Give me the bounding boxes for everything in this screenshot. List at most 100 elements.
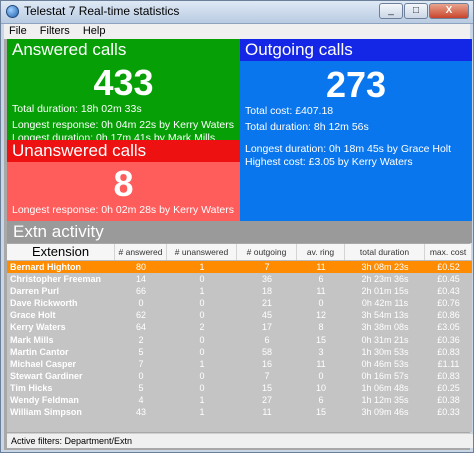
table-cell: 0h 42m 11s: [361, 298, 409, 309]
table-cell: 8: [318, 322, 324, 333]
table-row[interactable]: Martin Cantor 5 0 58 3 1h 30m 53s £0.83: [7, 346, 472, 358]
status-bar: Active filters: Department/Extn: [7, 433, 473, 448]
table-row[interactable]: Christopher Freeman 14 0 36 6 2h 23m 36s £0.45: [7, 273, 472, 285]
table-cell: 18: [261, 286, 272, 297]
table-cell: 5: [138, 346, 144, 357]
table-cell: Martin Cantor: [10, 346, 69, 357]
menu-bar: File Filters Help: [4, 24, 470, 39]
table-cell: 36: [261, 274, 272, 285]
col-total-duration[interactable]: total duration: [345, 244, 425, 260]
table-cell: 43: [135, 407, 146, 418]
table-cell: 0h 31m 21s: [361, 334, 409, 345]
table-cell: 7: [264, 262, 270, 272]
table-cell: £1.11: [437, 358, 460, 369]
table-cell: 0: [199, 310, 205, 321]
table-cell: 5: [138, 382, 144, 393]
extn-table: Extension # answered # unanswered # outg…: [7, 244, 472, 432]
table-cell: 0: [318, 298, 324, 309]
table-cell: 2h 01m 15s: [361, 286, 409, 297]
table-cell: 10: [315, 382, 326, 393]
unanswered-calls-panel: Unanswered calls 8 Longest response: 0h …: [7, 140, 240, 221]
table-cell: 0: [199, 346, 205, 357]
table-cell: £3.05: [437, 322, 460, 333]
col-av-ring[interactable]: av. ring: [297, 244, 345, 260]
col-unanswered[interactable]: # unanswered: [167, 244, 237, 260]
table-cell: 0: [199, 382, 205, 393]
table-cell: 11: [316, 358, 326, 369]
outgoing-calls-panel: Outgoing calls 273 Total cost: £407.18 T…: [240, 39, 472, 221]
table-cell: £0.25: [437, 382, 460, 393]
table-row[interactable]: William Simpson 43 1 11 15 3h 09m 46s £0.33: [7, 406, 472, 418]
table-row[interactable]: Wendy Feldman 4 1 27 6 1h 12m 35s £0.38: [7, 394, 472, 406]
table-cell: Wendy Feldman: [10, 395, 79, 406]
table-cell: 3h 08m 23s: [361, 262, 409, 272]
window-title: Telestat 7 Real-time statistics: [24, 4, 180, 18]
table-cell: 0: [138, 370, 144, 381]
menu-file[interactable]: File: [4, 24, 32, 37]
table-cell: 12: [315, 310, 326, 321]
table-cell: 16: [261, 358, 272, 369]
table-cell: 11: [316, 286, 326, 297]
table-cell: £0.86: [437, 310, 460, 321]
menu-filters[interactable]: Filters: [35, 24, 75, 37]
table-row[interactable]: Kerry Waters 64 2 17 8 3h 38m 08s £3.05: [7, 321, 472, 333]
table-cell: 1: [199, 286, 205, 297]
table-cell: 64: [135, 322, 146, 333]
table-cell: Darren Purl: [10, 286, 60, 297]
outgoing-total-duration: Total duration: 8h 12m 56s: [245, 121, 369, 133]
table-cell: 2: [138, 334, 144, 345]
table-row[interactable]: Michael Casper 7 1 16 11 0h 46m 53s £1.11: [7, 358, 472, 370]
table-cell: Bernard Highton: [10, 262, 81, 272]
table-cell: 15: [315, 407, 326, 418]
table-cell: Dave Rickworth: [10, 298, 78, 309]
app-window: Telestat 7 Real-time statistics _ □ X Fi…: [0, 0, 474, 453]
title-bar[interactable]: Telestat 7 Real-time statistics _ □ X: [1, 1, 473, 24]
table-cell: 4: [138, 395, 144, 406]
table-cell: 2: [199, 322, 205, 333]
maximize-button[interactable]: □: [404, 3, 428, 19]
col-outgoing[interactable]: # outgoing: [237, 244, 297, 260]
table-cell: 1: [199, 395, 205, 406]
table-cell: Mark Mills: [10, 334, 54, 345]
table-cell: 62: [135, 310, 146, 321]
table-cell: 0: [138, 298, 144, 309]
table-row[interactable]: Tim Hicks 5 0 15 10 1h 06m 48s £0.25: [7, 382, 472, 394]
close-button[interactable]: X: [429, 3, 469, 19]
table-cell: 14: [135, 274, 146, 285]
table-cell: 3h 38m 08s: [361, 322, 409, 333]
outgoing-title: Outgoing calls: [240, 39, 472, 61]
unanswered-title: Unanswered calls: [7, 140, 240, 162]
table-row[interactable]: Darren Purl 66 1 18 11 2h 01m 15s £0.43: [7, 285, 472, 297]
table-row[interactable]: Mark Mills 2 0 6 15 0h 31m 21s £0.36: [7, 334, 472, 346]
table-cell: 6: [264, 334, 270, 345]
table-cell: £0.43: [437, 286, 460, 297]
table-cell: 6: [318, 274, 324, 285]
outgoing-highest-cost: Highest cost: £3.05 by Kerry Waters: [245, 156, 413, 168]
table-header: Extension # answered # unanswered # outg…: [7, 244, 472, 261]
table-row[interactable]: Bernard Highton 80 1 7 11 3h 08m 23s £0.52: [7, 261, 472, 274]
table-cell: £0.83: [437, 370, 460, 381]
table-cell: 0: [199, 298, 205, 309]
table-cell: 27: [261, 395, 272, 406]
col-extension[interactable]: Extension: [7, 244, 115, 260]
menu-help[interactable]: Help: [78, 24, 111, 37]
table-cell: 1: [199, 407, 205, 418]
table-row[interactable]: Dave Rickworth 0 0 21 0 0h 42m 11s £0.76: [7, 297, 472, 309]
table-cell: 3: [318, 346, 324, 357]
table-cell: William Simpson: [10, 407, 82, 418]
unanswered-longest-response: Longest response: 0h 02m 28s by Kerry Wa…: [12, 204, 234, 216]
table-cell: Stewart Gardiner: [10, 370, 83, 381]
table-row[interactable]: Stewart Gardiner 0 0 7 0 0h 16m 57s £0.83: [7, 370, 472, 382]
table-cell: £0.52: [437, 262, 460, 272]
col-max-cost[interactable]: max. cost: [425, 244, 472, 260]
table-cell: 15: [315, 334, 326, 345]
table-cell: 6: [318, 395, 324, 406]
table-cell: 21: [261, 298, 272, 309]
answered-longest-response: Longest response: 0h 04m 22s by Kerry Wa…: [12, 119, 234, 131]
answered-total-duration: Total duration: 18h 02m 33s: [12, 103, 142, 115]
col-answered[interactable]: # answered: [115, 244, 167, 260]
table-body: Bernard Highton 80 1 7 11 3h 08m 23s £0.52 Chri…: [7, 261, 472, 418]
table-cell: 66: [135, 286, 146, 297]
table-row[interactable]: Grace Holt 62 0 45 12 3h 54m 13s £0.86: [7, 309, 472, 321]
minimize-button[interactable]: _: [379, 3, 403, 19]
